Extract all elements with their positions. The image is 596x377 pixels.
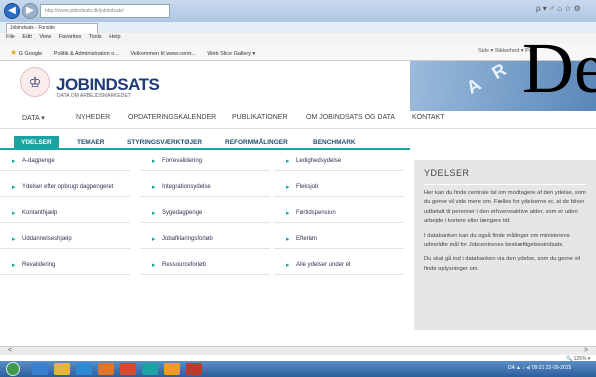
- arrow-right-icon: ▸: [286, 158, 290, 165]
- menu-favorites[interactable]: Favorites: [59, 34, 82, 40]
- arrow-right-icon: ▸: [152, 262, 156, 269]
- favorites-star-icon[interactable]: ★: [10, 48, 17, 57]
- ydelser-info-box: YDELSER Her kan du finde centrale tal om…: [414, 160, 596, 330]
- nav-opdateringskalender[interactable]: OPDATERINGSKALENDER: [128, 114, 216, 121]
- info-box-title: YDELSER: [424, 168, 470, 178]
- info-paragraph-1: Her kan du finde centrale tal om modtage…: [424, 190, 586, 225]
- nav-om-jobindsats[interactable]: OM JOBINDSATS OG DATA: [306, 114, 395, 121]
- link-uddannelseshjaelp[interactable]: ▸ Uddannelseshjælp: [0, 228, 130, 249]
- site-header: ♔ JOBINDSATS DATA OM ARBEJDSMARKEDET A R: [0, 61, 596, 111]
- tab-ydelser[interactable]: YDELSER: [14, 136, 59, 148]
- link-ydelser-opbrugt[interactable]: ▸ Ydelser efter opbrugt dagpengeret: [0, 176, 130, 197]
- arrow-right-icon: ▸: [12, 184, 16, 191]
- site-logo[interactable]: JOBINDSATS: [56, 75, 160, 95]
- tab-strip: Jobindsats - Forside: [0, 22, 596, 33]
- tab-benchmark[interactable]: BENCHMARK: [306, 136, 363, 148]
- arrow-right-icon: ▸: [152, 184, 156, 191]
- taskbar-app-icon[interactable]: [164, 363, 180, 375]
- nav-nyheder[interactable]: NYHEDER: [76, 114, 110, 121]
- info-paragraph-3: Du skal gå ind i databanken via den ydel…: [424, 256, 580, 272]
- nav-publikationer[interactable]: PUBLIKATIONER: [232, 114, 288, 121]
- address-bar[interactable]: http://www.jobindsats.dk/jobindsats/: [40, 4, 170, 18]
- browser-titlebar: ◀ ▶ http://www.jobindsats.dk/jobindsats/…: [0, 0, 596, 22]
- menu-edit[interactable]: Edit: [22, 34, 31, 40]
- link-integrationsydelse[interactable]: ▸ Integrationsydelse: [140, 176, 270, 197]
- link-kontanthjaelp[interactable]: ▸ Kontanthjælp: [0, 202, 130, 223]
- forward-button[interactable]: ▶: [22, 3, 38, 19]
- crown-crest-icon[interactable]: ♔: [20, 67, 50, 97]
- fav-politik[interactable]: Politik & Administration o...: [54, 51, 119, 57]
- scroll-left-icon[interactable]: <: [8, 347, 12, 354]
- arrow-right-icon: ▸: [12, 210, 16, 217]
- scroll-right-icon[interactable]: >: [584, 347, 588, 354]
- windows-taskbar: DA ▲ ♪ ◂) 09:21 22-09-2015: [0, 361, 596, 377]
- link-sygedagpenge[interactable]: ▸ Sygedagpenge: [140, 202, 270, 223]
- nav-data[interactable]: DATA ▾: [22, 114, 45, 122]
- arrow-right-icon: ▸: [12, 158, 16, 165]
- favorites-bar: ★ G Google Politik & Administration o...…: [0, 43, 596, 61]
- fav-velkommen[interactable]: Velkommen til www.centr...: [130, 51, 195, 57]
- taskbar-app-icon[interactable]: [32, 363, 48, 375]
- info-paragraph-2: I databanken kan du også finde målinger …: [424, 232, 570, 249]
- arrow-right-icon: ▸: [286, 184, 290, 191]
- link-efterloen[interactable]: ▸ Efterløn: [274, 228, 404, 249]
- taskbar-app-icon[interactable]: [186, 363, 202, 375]
- arrow-right-icon: ▸: [12, 236, 16, 243]
- link-forrevalidering[interactable]: ▸ Forrevalidering: [140, 150, 270, 171]
- back-button[interactable]: ◀: [4, 3, 20, 19]
- overlay-window-text: De: [522, 28, 596, 108]
- arrow-right-icon: ▸: [12, 262, 16, 269]
- menu-tools[interactable]: Tools: [89, 34, 102, 40]
- taskbar-app-icon[interactable]: [76, 363, 92, 375]
- arrow-right-icon: ▸: [286, 262, 290, 269]
- link-fleksjob[interactable]: ▸ Fleksjob: [274, 176, 404, 197]
- link-ledighedsydelse[interactable]: ▸ Ledighedsydelse: [274, 150, 404, 171]
- link-jobafklaringsforloeb[interactable]: ▸ Jobafklaringsforløb: [140, 228, 270, 249]
- fav-web-slice[interactable]: Web Slice Gallery ▾: [207, 51, 255, 57]
- taskbar-app-icon[interactable]: [120, 363, 136, 375]
- tab-reformmaalinger[interactable]: REFORMMÅLINGER: [218, 136, 295, 148]
- system-tray-clock[interactable]: DA ▲ ♪ ◂) 09:21 22-09-2015: [508, 365, 571, 371]
- tab-temaer[interactable]: TEMAER: [70, 136, 111, 148]
- menu-help[interactable]: Help: [109, 34, 120, 40]
- link-revalidering[interactable]: ▸ Revalidering: [0, 254, 130, 275]
- web-page: ♔ JOBINDSATS DATA OM ARBEJDSMARKEDET A R…: [0, 61, 596, 346]
- menu-bar: File Edit View Favorites Tools Help: [0, 33, 596, 43]
- arrow-right-icon: ▸: [152, 158, 156, 165]
- horizontal-scrollbar[interactable]: < >: [0, 346, 596, 355]
- arrow-right-icon: ▸: [152, 236, 156, 243]
- link-ressourceforloeb[interactable]: ▸ Ressourceforløb: [140, 254, 270, 275]
- menu-view[interactable]: View: [39, 34, 51, 40]
- main-navigation: DATA ▾ NYHEDER OPDATERINGSKALENDER PUBLI…: [0, 109, 596, 129]
- taskbar-app-icon[interactable]: [142, 363, 158, 375]
- arrow-right-icon: ▸: [286, 236, 290, 243]
- fav-google[interactable]: G Google: [19, 51, 43, 57]
- tab-styringsvaerktoejer[interactable]: STYRINGSVÆRKTØJER: [120, 136, 209, 148]
- arrow-right-icon: ▸: [286, 210, 290, 217]
- sub-navigation: YDELSER TEMAER STYRINGSVÆRKTØJER REFORMM…: [0, 136, 410, 150]
- link-alle-ydelser[interactable]: ▸ Alle ydelser under ét: [274, 254, 404, 275]
- link-a-dagpenge[interactable]: ▸ A-dagpenge: [0, 150, 130, 171]
- menu-file[interactable]: File: [6, 34, 15, 40]
- site-tagline: DATA OM ARBEJDSMARKEDET: [57, 93, 131, 99]
- taskbar-app-icon[interactable]: [98, 363, 114, 375]
- ydelser-link-grid: ▸ A-dagpenge ▸ Ydelser efter opbrugt dagpe…: [0, 150, 410, 280]
- arrow-right-icon: ▸: [152, 210, 156, 217]
- start-button[interactable]: [6, 362, 20, 376]
- nav-kontakt[interactable]: KONTAKT: [412, 114, 445, 121]
- tab-jobindsats[interactable]: Jobindsats - Forside: [6, 23, 98, 33]
- link-foertidspension[interactable]: ▸ Førtidspension: [274, 202, 404, 223]
- taskbar-app-icon[interactable]: [54, 363, 70, 375]
- divider: [424, 184, 586, 185]
- address-bar-icons[interactable]: ρ ▾ ♂ ⌂ ☆ ⚙: [536, 4, 581, 13]
